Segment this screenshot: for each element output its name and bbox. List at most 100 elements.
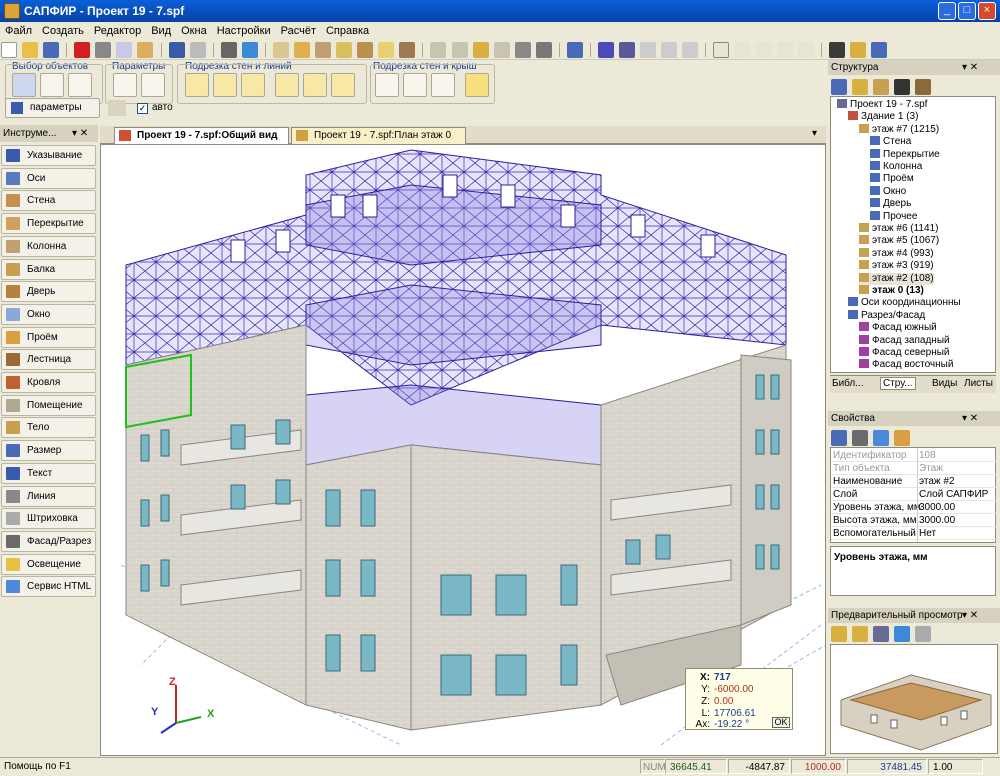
property-value[interactable]: Нет (919, 528, 936, 540)
menu-editor[interactable]: Редактор (89, 22, 146, 40)
tree-node[interactable]: этаж 0 (13) (859, 285, 924, 297)
snap-mid-icon[interactable] (776, 42, 793, 58)
tree-node[interactable]: Здание 1 (3) (848, 111, 918, 123)
tree-node[interactable]: Фасад южный (859, 322, 937, 334)
tool-4[interactable]: Перекрытие (1, 213, 96, 235)
tree-node[interactable]: Перекрытие (870, 148, 940, 161)
trim-corner-icon[interactable] (213, 73, 237, 97)
rotate-icon[interactable] (619, 42, 636, 58)
tab-library[interactable]: Библ... (832, 378, 864, 389)
help-icon[interactable] (241, 42, 258, 58)
3d-viewport[interactable]: Z Y X (100, 144, 826, 756)
roof-trim-cancel-icon[interactable] (465, 73, 489, 97)
property-row[interactable]: Наименование этаж #2 (831, 476, 999, 488)
props-house-icon[interactable] (894, 430, 911, 446)
tree-node[interactable]: Прочее (870, 210, 917, 223)
preview-zoom-icon[interactable] (873, 626, 890, 642)
print-icon[interactable] (220, 42, 237, 58)
maximize-button[interactable]: □ (958, 2, 976, 20)
cut-icon[interactable] (95, 42, 112, 58)
tree-node[interactable]: этаж #6 (1141) (859, 223, 938, 235)
property-row[interactable]: Вспомогательный Нет (831, 528, 999, 540)
trim-t-icon[interactable] (185, 73, 209, 97)
properties-close-icon[interactable]: ▾ ✕ (962, 411, 978, 426)
snap-point-icon[interactable] (734, 42, 751, 58)
trim-extend-icon[interactable] (275, 73, 299, 97)
menu-file[interactable]: Файл (0, 22, 37, 40)
preview-canvas[interactable] (830, 644, 998, 754)
property-value[interactable]: Слой САПФИР (919, 489, 988, 501)
tool-10[interactable]: Лестница (1, 349, 96, 371)
preview-close-icon[interactable]: ▾ ✕ (962, 608, 978, 623)
y-value[interactable]: -6000.00 (714, 684, 753, 695)
eyedropper-icon[interactable] (113, 73, 137, 97)
snap-line-icon[interactable] (797, 42, 814, 58)
menu-create[interactable]: Создать (37, 22, 89, 40)
tool-11[interactable]: Кровля (1, 372, 96, 393)
tree-node[interactable]: Оси координационны (848, 297, 961, 309)
preview-fit-icon[interactable] (894, 626, 911, 642)
tool-6[interactable]: Балка (1, 258, 96, 280)
property-value[interactable]: этаж #2 (919, 476, 955, 488)
select-frame-icon[interactable] (40, 73, 64, 97)
menu-windows[interactable]: Окна (176, 22, 212, 40)
menu-view[interactable]: Вид (146, 22, 176, 40)
auto-checkbox[interactable]: ✓ (137, 103, 148, 114)
window-icon[interactable] (378, 42, 395, 58)
tree-node[interactable]: Проект 19 - 7.spf (837, 99, 927, 111)
property-value[interactable]: 3000.00 (919, 502, 955, 514)
params-button[interactable]: параметры (5, 98, 100, 118)
tree-floor-icon[interactable] (873, 79, 890, 95)
structure-close-icon[interactable]: ▾ ✕ (962, 60, 978, 75)
tool-15[interactable]: Текст (1, 462, 96, 484)
tool-14[interactable]: Размер (1, 440, 96, 462)
property-row[interactable]: Слой Слой САПФИР (831, 489, 999, 501)
save-icon[interactable] (43, 42, 60, 58)
menu-help[interactable]: Справка (321, 22, 374, 40)
l-value[interactable]: 17706.61 (714, 708, 756, 719)
measure-icon[interactable] (682, 42, 699, 58)
move-icon[interactable] (598, 42, 614, 58)
properties-icon[interactable] (849, 42, 866, 58)
tree-node[interactable]: Фасад северный (859, 347, 950, 359)
view-side-icon[interactable] (451, 42, 468, 58)
grid-snap-icon[interactable] (713, 42, 730, 58)
roof-trim-house-icon[interactable] (375, 73, 399, 97)
tabs-menu-icon[interactable]: ▾ (812, 128, 817, 139)
tool-20[interactable]: Сервис HTML (1, 576, 96, 598)
tool-13[interactable]: Тело (1, 417, 96, 439)
tree-node[interactable]: Дверь (870, 198, 911, 210)
undo-icon[interactable] (168, 42, 185, 58)
view-front-icon[interactable] (430, 42, 447, 58)
props-grid-icon[interactable] (831, 430, 847, 446)
tree-building-icon[interactable] (852, 79, 869, 95)
tree-node[interactable]: Проём (870, 173, 914, 185)
view-iso-icon[interactable] (472, 42, 489, 58)
tree-node[interactable]: Колонна (870, 161, 922, 173)
x-value[interactable]: 717 (714, 672, 731, 683)
ax-value[interactable]: -19.22 ° (714, 719, 749, 730)
tool-8[interactable]: Окно (1, 303, 96, 325)
tool-3[interactable]: Стена (1, 190, 96, 212)
z-value[interactable]: 0.00 (714, 696, 733, 707)
tree-icon[interactable] (870, 42, 887, 58)
camera-icon[interactable] (514, 42, 531, 58)
tree-node[interactable]: Стена (870, 136, 911, 148)
tool-7[interactable]: Дверь (1, 281, 96, 303)
render-icon[interactable] (535, 42, 552, 58)
property-value[interactable]: 3000.00 (919, 515, 955, 527)
new-icon[interactable] (1, 42, 17, 58)
props-sort-icon[interactable] (852, 430, 869, 446)
close-button[interactable]: × (978, 2, 996, 20)
tree-node[interactable]: этаж #5 (1067) (859, 235, 939, 247)
beam-icon[interactable] (336, 42, 353, 58)
tool-18[interactable]: Фасад/Разрез (1, 530, 96, 552)
trim-split-icon[interactable] (331, 73, 355, 97)
tool-2[interactable]: Оси (1, 167, 96, 189)
roof-trim-gable-icon[interactable] (431, 73, 455, 97)
layers-icon[interactable] (566, 42, 583, 58)
props-table-icon[interactable] (873, 430, 890, 446)
tree-node[interactable]: Фасад западный (859, 334, 950, 347)
tree-node[interactable]: этаж #7 (1215) (859, 123, 939, 136)
tree-find-icon[interactable] (915, 79, 932, 95)
